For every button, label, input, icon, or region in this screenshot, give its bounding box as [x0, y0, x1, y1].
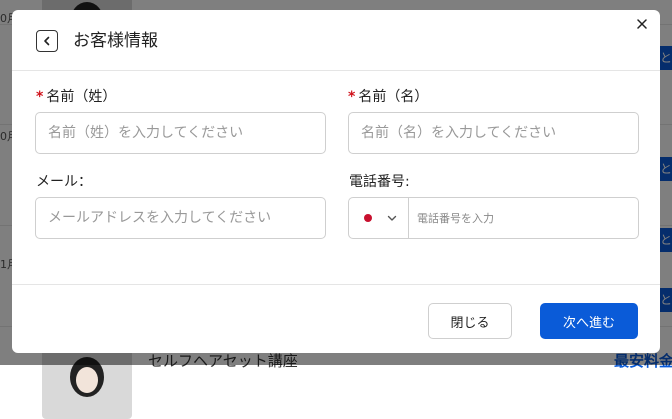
modal-header: お客様情報: [12, 10, 660, 71]
close-button[interactable]: [634, 16, 650, 32]
japan-flag-icon: [364, 214, 372, 222]
modal-footer: 閉じる 次へ進む: [12, 284, 660, 354]
close-dialog-button[interactable]: 閉じる: [428, 303, 512, 339]
modal-title: お客様情報: [73, 31, 158, 51]
email-label: メール：: [36, 174, 92, 190]
chevron-left-icon: [44, 36, 50, 46]
chevron-down-icon: [387, 215, 397, 221]
last-name-label-text: 名前（姓）: [46, 89, 117, 105]
first-name-label-text: 名前（名）: [358, 89, 429, 105]
first-name-label: * 名前（名）: [348, 88, 428, 106]
email-input[interactable]: [35, 197, 326, 239]
last-name-input[interactable]: [35, 112, 326, 154]
country-code-select[interactable]: [349, 198, 409, 238]
back-button[interactable]: [36, 30, 58, 52]
required-mark: *: [36, 89, 44, 105]
customer-info-modal: お客様情報 *名前（姓） *名前（名） メール： 電話番号: 閉じる 次へ進む: [12, 10, 660, 353]
next-button[interactable]: 次へ進む: [540, 303, 638, 339]
required-mark: *: [348, 89, 356, 105]
phone-input[interactable]: [409, 198, 638, 238]
close-icon: [637, 19, 647, 29]
phone-field: [348, 197, 639, 239]
first-name-input[interactable]: [348, 112, 639, 154]
phone-label: 電話番号:: [349, 174, 410, 190]
last-name-label: * 名前（姓）: [36, 88, 116, 106]
